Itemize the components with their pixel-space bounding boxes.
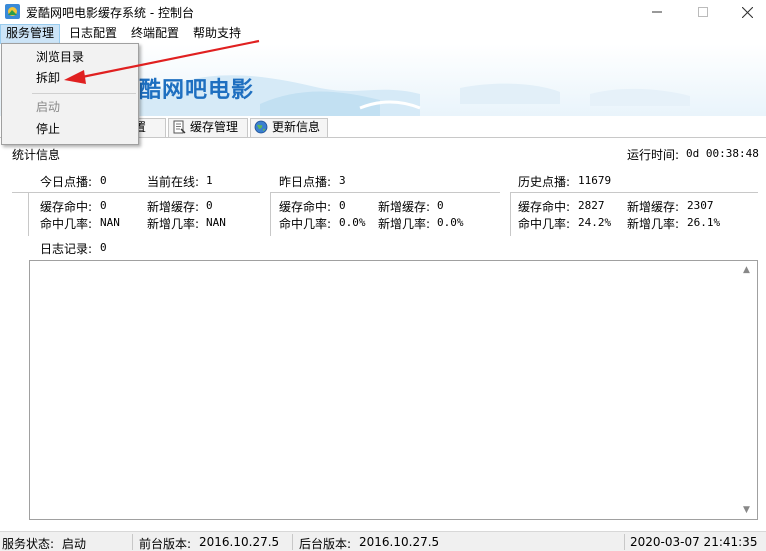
history-cache-hit-label: 缓存命中: [518, 200, 571, 214]
title-bar: 爱酷网吧电影缓存系统 - 控制台 [0, 0, 766, 24]
menu-log-config[interactable]: 日志配置 [64, 24, 122, 44]
today-hit-rate-value: NAN [100, 216, 120, 229]
app-icon [5, 4, 20, 19]
frontend-version-label: 前台版本: [139, 537, 192, 551]
history-plays-label: 历史点播: [518, 175, 571, 189]
service-status-label: 服务状态: [2, 537, 55, 551]
run-time-label: 运行时间: [627, 148, 680, 162]
scroll-down-icon[interactable]: ▼ [743, 505, 750, 515]
service-management-dropdown: 浏览目录 拆卸 启动 停止 [1, 43, 139, 145]
yesterday-new-rate-value: 0.0% [437, 216, 464, 229]
run-time-value: 0d 00:38:48 [686, 147, 759, 160]
log-textarea[interactable]: ▲ ▼ [29, 260, 758, 520]
today-new-cache-value: 0 [206, 199, 213, 212]
history-plays-value: 11679 [578, 174, 612, 187]
menu-item-start: 启动 [36, 100, 61, 114]
online-label: 当前在线: [147, 175, 200, 189]
today-new-cache-label: 新增缓存: [147, 200, 200, 214]
yesterday-group-divider [270, 192, 500, 193]
stats-title: 统计信息 [12, 148, 61, 162]
tab-update-label: 更新信息 [272, 120, 321, 134]
backend-version-label: 后台版本: [299, 537, 352, 551]
yesterday-new-rate-label: 新增几率: [378, 217, 431, 231]
menu-terminal-config[interactable]: 终端配置 [126, 24, 184, 44]
yesterday-plays-value: 3 [339, 174, 346, 187]
scroll-up-icon[interactable]: ▲ [743, 265, 750, 275]
service-status-value: 启动 [62, 537, 87, 551]
yesterday-hit-rate-value: 0.0% [339, 216, 366, 229]
today-new-rate-value: NAN [206, 216, 226, 229]
menu-bar: 服务管理 日志配置 终端配置 帮助支持 [0, 24, 766, 44]
today-group-divider [12, 192, 260, 193]
menu-item-browse-directory[interactable]: 浏览目录 [3, 47, 137, 68]
yesterday-cache-hit-label: 缓存命中: [279, 200, 332, 214]
yesterday-new-cache-value: 0 [437, 199, 444, 212]
yesterday-new-cache-label: 新增缓存: [378, 200, 431, 214]
yesterday-plays-label: 昨日点播: [279, 175, 332, 189]
history-group-left-border [510, 192, 511, 236]
history-hit-rate-label: 命中几率: [518, 217, 571, 231]
frontend-version-value: 2016.10.27.5 [199, 535, 280, 549]
today-plays-label: 今日点播: [40, 175, 93, 189]
close-icon [741, 6, 753, 18]
today-plays-value: 0 [100, 174, 107, 187]
yesterday-hit-rate-label: 命中几率: [279, 217, 332, 231]
today-group-left-border [28, 192, 29, 236]
yesterday-group-left-border [270, 192, 271, 236]
cache-icon [173, 120, 186, 134]
menu-item-uninstall[interactable]: 拆卸 [3, 68, 137, 89]
history-cache-hit-value: 2827 [578, 199, 605, 212]
menu-help-support[interactable]: 帮助支持 [188, 24, 246, 44]
history-new-cache-label: 新增缓存: [627, 200, 680, 214]
globe-icon [254, 120, 268, 134]
maximize-button[interactable] [680, 0, 726, 24]
today-hit-rate-label: 命中几率: [40, 217, 93, 231]
today-cache-hit-value: 0 [100, 199, 107, 212]
status-divider [132, 534, 133, 550]
backend-version-value: 2016.10.27.5 [359, 535, 440, 549]
stats-panel: 统计信息 运行时间: 0d 00:38:48 今日点播: 0 当前在线: 1 缓… [0, 137, 766, 530]
menu-separator [32, 93, 136, 94]
tab-update-info[interactable]: 更新信息 [250, 118, 328, 137]
log-records-value: 0 [100, 241, 107, 254]
log-scrollbar[interactable]: ▲ ▼ [740, 261, 757, 519]
menu-service-management[interactable]: 服务管理 [0, 24, 61, 44]
tab-cache-management[interactable]: 缓存管理 [168, 118, 248, 137]
status-divider [624, 534, 625, 550]
menu-item-stop[interactable]: 停止 [3, 119, 137, 140]
window-title: 爱酷网吧电影缓存系统 - 控制台 [26, 6, 194, 20]
history-hit-rate-value: 24.2% [578, 216, 612, 229]
maximize-icon [698, 7, 708, 17]
history-new-rate-value: 26.1% [687, 216, 721, 229]
status-bar: 服务状态: 启动 前台版本: 2016.10.27.5 后台版本: 2016.1… [0, 531, 766, 551]
yesterday-cache-hit-value: 0 [339, 199, 346, 212]
tab-cache-label: 缓存管理 [190, 120, 239, 134]
minimize-icon [652, 11, 662, 13]
status-datetime: 2020-03-07 21:41:35 [630, 535, 758, 549]
history-new-rate-label: 新增几率: [627, 217, 680, 231]
close-button[interactable] [724, 0, 766, 24]
today-cache-hit-label: 缓存命中: [40, 200, 93, 214]
minimize-button[interactable] [634, 0, 680, 24]
status-divider [292, 534, 293, 550]
online-value: 1 [206, 174, 213, 187]
log-records-label: 日志记录: [40, 242, 93, 256]
history-new-cache-value: 2307 [687, 199, 714, 212]
today-new-rate-label: 新增几率: [147, 217, 200, 231]
history-group-divider [510, 192, 758, 193]
